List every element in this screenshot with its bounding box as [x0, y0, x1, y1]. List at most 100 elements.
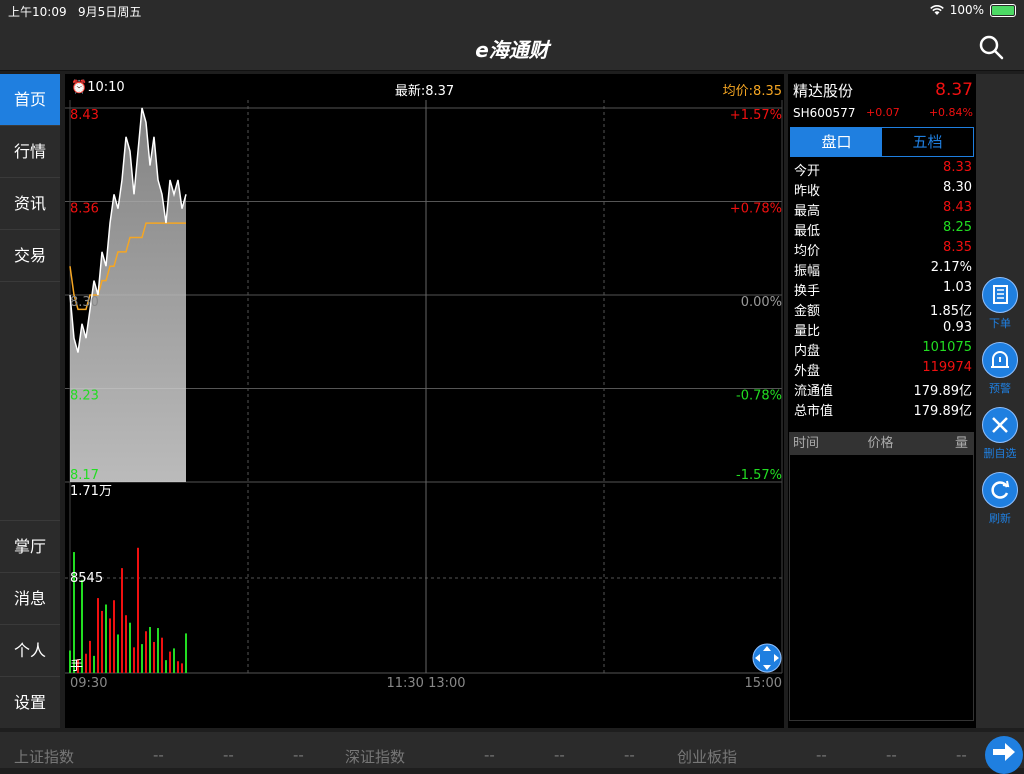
volume-bar	[137, 547, 139, 673]
volume-bar	[133, 647, 135, 673]
stock-change-percent: +0.84%	[928, 106, 973, 119]
sidebar-item-news[interactable]: 资讯	[0, 178, 60, 230]
next-arrow-button[interactable]	[985, 736, 1023, 774]
order-sheet-icon	[982, 277, 1018, 313]
stock-change: +0.07	[866, 106, 900, 119]
nav-bar: e海通财	[0, 22, 1024, 71]
volume-mid-label: 8545	[70, 571, 103, 586]
quote-row-label: 金额	[794, 304, 821, 319]
alert-label: 预警	[989, 382, 1011, 395]
intraday-chart[interactable]: 8.43 8.36 8.30 8.23 8.17 +1.57% +0.78% 0.00% -0.…	[65, 100, 784, 726]
quote-row-value: 1.85亿	[930, 304, 972, 319]
index-name-sz: 深证指数	[345, 748, 406, 766]
volume-bar	[173, 648, 175, 673]
quote-row-value: 8.30	[943, 180, 972, 195]
quote-row-value: 8.35	[943, 240, 972, 255]
quote-row-value: 101075	[922, 340, 972, 355]
quote-row-value: 179.89亿	[913, 384, 973, 399]
index-value-sz-3: --	[624, 746, 635, 764]
sidebar-item-messages[interactable]: 消息	[0, 572, 60, 624]
volume-bar	[89, 640, 91, 673]
quote-row-value: 8.43	[943, 200, 972, 215]
refresh-label: 刷新	[989, 512, 1011, 525]
sidebar-item-trade[interactable]: 交易	[0, 230, 60, 282]
volume-bar	[185, 633, 187, 673]
app-logo: e海通财	[475, 38, 549, 62]
volume-bar	[161, 637, 163, 673]
index-value-cyb-3: --	[956, 746, 967, 764]
volume-bar	[181, 663, 183, 673]
index-name-sh: 上证指数	[14, 748, 75, 766]
arrow-right-icon	[993, 743, 1015, 761]
sidebar-item-profile[interactable]: 个人	[0, 624, 60, 676]
refresh-button[interactable]: 刷新	[980, 472, 1020, 526]
percent-tick-label: -1.57%	[736, 468, 782, 483]
quote-row: 昨收 8.30	[788, 180, 976, 200]
sidebar-item-home[interactable]: 首页	[0, 74, 60, 126]
remove-watchlist-label: 删自选	[983, 447, 1017, 460]
trade-ticks-box: 时间 价格 量	[789, 432, 974, 721]
quote-row-value: 8.25	[943, 220, 972, 235]
search-icon[interactable]	[978, 34, 1004, 60]
quote-row-label: 流通值	[794, 384, 834, 399]
quote-row-value: 2.17%	[930, 260, 972, 275]
close-icon	[982, 407, 1018, 443]
sidebar-bottom-group: 掌厅 消息 个人 设置	[0, 520, 60, 728]
place-order-button[interactable]: 下单	[980, 277, 1020, 331]
floating-action-column: 下单 预警 删自选 刷新	[976, 74, 1024, 728]
quote-row-label: 内盘	[794, 344, 821, 359]
sidebar-item-settings[interactable]: 设置	[0, 676, 60, 728]
index-name-cyb: 创业板指	[677, 748, 738, 766]
volume-bar	[165, 660, 167, 673]
index-value-sh-3: --	[293, 746, 304, 764]
volume-unit-label: 手	[70, 659, 83, 674]
quote-row-label: 总市值	[794, 404, 834, 419]
wifi-icon	[929, 4, 944, 15]
volume-bar	[157, 628, 159, 673]
index-value-sz-1: --	[484, 746, 495, 764]
volume-bar	[149, 626, 151, 673]
x-tick-label: 15:00	[745, 676, 782, 691]
stock-price: 8.37	[935, 80, 973, 100]
index-ticker-bar[interactable]: 上证指数 -- -- -- 深证指数 -- -- -- 创业板指 -- -- -…	[0, 732, 1024, 768]
quote-row-value: 119974	[922, 360, 972, 375]
stock-name: 精达股份	[793, 82, 854, 100]
alert-button[interactable]: 预警	[980, 342, 1020, 396]
quote-row: 振幅 2.17%	[788, 260, 976, 280]
index-value-sh-1: --	[153, 746, 164, 764]
status-right: 100%	[929, 3, 1016, 17]
status-left: 上午10:09 9月5日周五	[8, 3, 141, 20]
trade-head-qty: 量	[954, 436, 968, 451]
quote-row: 今开 8.33	[788, 160, 976, 180]
percent-tick-label: -0.78%	[736, 389, 782, 404]
quote-row: 外盘 119974	[788, 360, 976, 380]
quote-row-value: 8.33	[943, 160, 972, 175]
price-tick-label: 8.30	[70, 295, 99, 310]
price-tick-label: 8.17	[70, 468, 99, 483]
index-value-cyb-2: --	[886, 746, 897, 764]
quote-panel: 精达股份 8.37 SH600577 +0.07 +0.84% 盘口 五档 今开…	[788, 74, 976, 728]
quote-row-value: 1.03	[943, 280, 972, 295]
volume-bar	[117, 634, 119, 673]
quote-row-value: 0.93	[943, 320, 972, 335]
price-tick-label: 8.36	[70, 202, 99, 217]
trade-head-time: 时间	[793, 436, 820, 451]
volume-bar	[153, 641, 155, 673]
quote-row-label: 均价	[794, 244, 821, 259]
volume-bar	[109, 618, 111, 673]
sidebar-item-hall[interactable]: 掌厅	[0, 520, 60, 572]
index-value-sz-2: --	[554, 746, 565, 764]
quote-row: 总市值 179.89亿	[788, 400, 976, 420]
fullscreen-toggle-icon[interactable]	[752, 643, 782, 673]
tab-five-levels[interactable]: 五档	[882, 128, 973, 156]
quote-row: 均价 8.35	[788, 240, 976, 260]
tab-quote[interactable]: 盘口	[791, 128, 882, 156]
volume-bar	[93, 655, 95, 673]
remove-watchlist-button[interactable]: 删自选	[980, 407, 1020, 461]
sidebar-item-market[interactable]: 行情	[0, 126, 60, 178]
volume-bar	[113, 600, 115, 673]
index-value-cyb-1: --	[816, 746, 827, 764]
trade-ticks-header: 时间 价格 量	[790, 433, 973, 455]
quote-row-label: 外盘	[794, 364, 821, 379]
quote-row-value: 179.89亿	[913, 404, 973, 419]
